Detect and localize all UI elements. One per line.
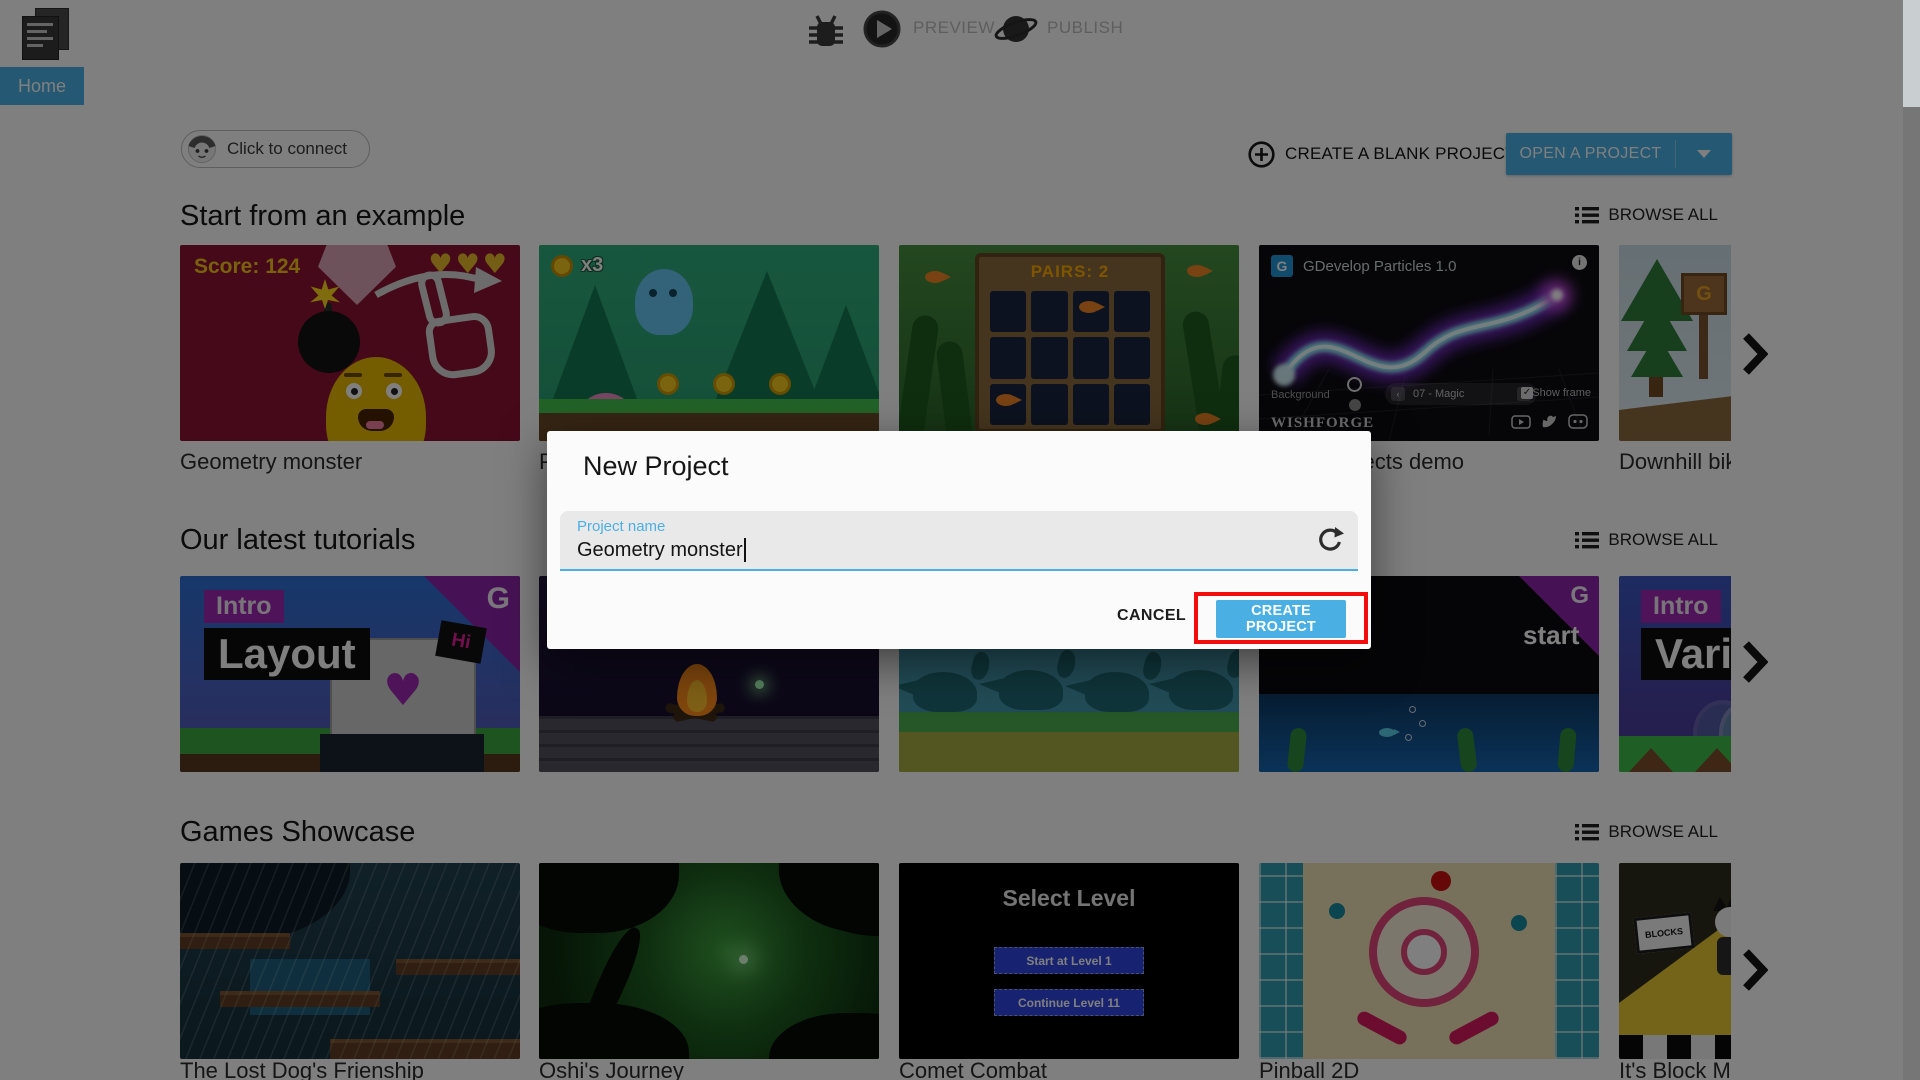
annotation-highlight: [1194, 592, 1368, 644]
refresh-icon[interactable]: [1316, 526, 1344, 554]
new-project-dialog: New Project Project name Geometry monste…: [547, 431, 1371, 649]
cancel-button[interactable]: CANCEL: [1117, 607, 1186, 625]
project-name-field[interactable]: Project name Geometry monster: [560, 511, 1358, 571]
scrollbar-thumb[interactable]: [1903, 0, 1920, 107]
dialog-title: New Project: [583, 451, 729, 481]
project-name-input[interactable]: Geometry monster: [577, 538, 746, 562]
gdevelop-app: PREVIEW PUBLISH Home Click to connect CR…: [0, 0, 1920, 1080]
project-name-label: Project name: [577, 518, 666, 535]
text-caret: [743, 538, 746, 562]
